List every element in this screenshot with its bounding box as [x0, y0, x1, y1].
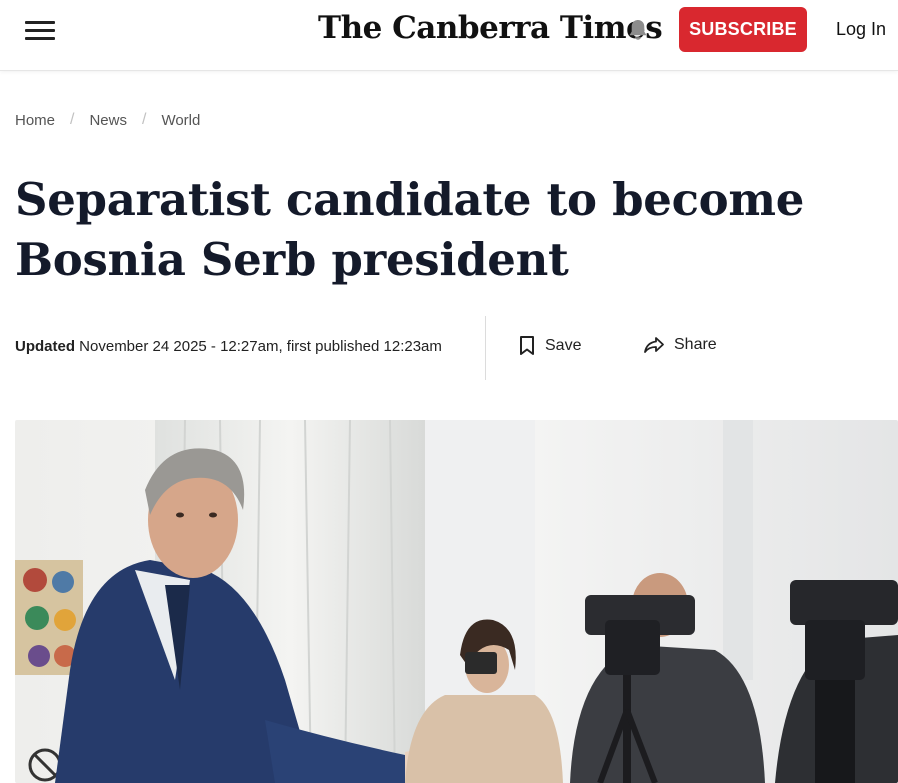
share-label: Share — [674, 336, 717, 353]
bell-icon[interactable] — [627, 18, 649, 42]
updated-text: November 24 2025 - 12:27am, first publis… — [79, 338, 442, 355]
breadcrumb-news[interactable]: News — [89, 112, 127, 129]
breadcrumb: Home / News / World — [15, 111, 200, 129]
breadcrumb-home[interactable]: Home — [15, 112, 55, 129]
bookmark-icon — [520, 336, 534, 355]
share-button[interactable]: Share — [643, 335, 717, 355]
subscribe-button[interactable]: SUBSCRIBE — [679, 7, 807, 52]
meta-divider — [485, 316, 486, 380]
breadcrumb-separator: / — [70, 111, 75, 128]
updated-label: Updated — [15, 338, 75, 355]
article-headline: Separatist candidate to become Bosnia Se… — [15, 173, 805, 286]
hamburger-menu-icon[interactable] — [25, 18, 55, 44]
save-label: Save — [545, 337, 582, 354]
login-link[interactable]: Log In — [836, 19, 886, 40]
save-button[interactable]: Save — [518, 335, 581, 357]
article-timestamp: Updated November 24 2025 - 12:27am, firs… — [15, 338, 442, 355]
share-arrow-icon — [644, 337, 664, 353]
site-logo[interactable]: The Canberra Times — [318, 10, 663, 46]
site-header: The Canberra Times SUBSCRIBE Log In — [0, 0, 898, 71]
breadcrumb-world[interactable]: World — [161, 112, 200, 129]
article-hero-image[interactable] — [15, 420, 898, 783]
breadcrumb-separator: / — [141, 111, 147, 128]
